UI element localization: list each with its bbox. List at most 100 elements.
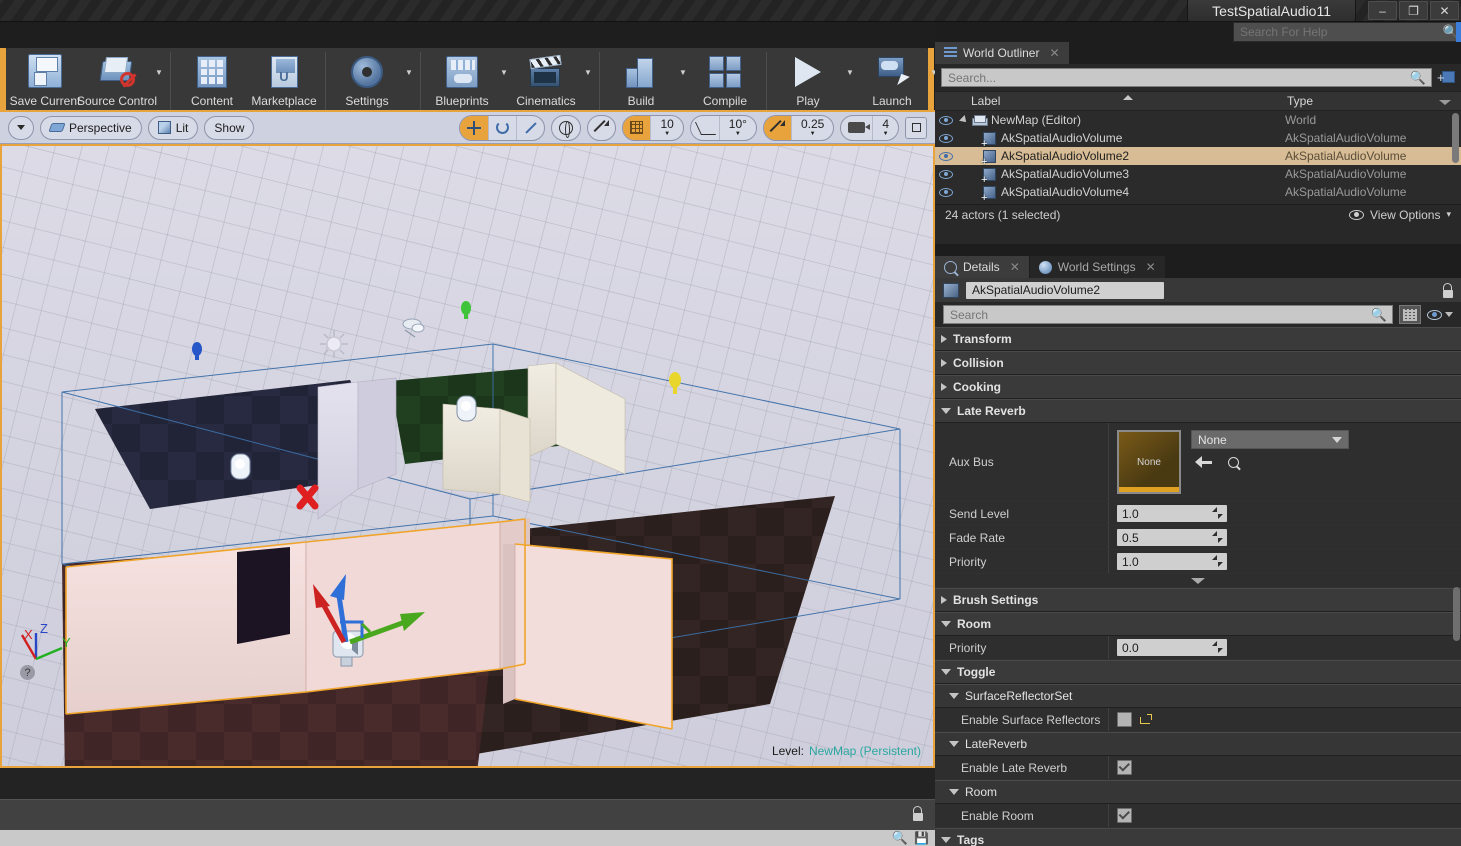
- back-arrow-icon[interactable]: [1195, 456, 1212, 468]
- outliner-row-akspatialaudiovolume2[interactable]: AkSpatialAudioVolume2 AkSpatialAudioVolu…: [935, 147, 1461, 167]
- category-collision[interactable]: Collision: [935, 351, 1461, 375]
- details-search-input[interactable]: [944, 307, 1371, 322]
- settings-button[interactable]: Settings: [331, 48, 403, 114]
- viewport-help-icon[interactable]: ?: [20, 665, 35, 680]
- close-icon[interactable]: ✕: [1146, 260, 1156, 274]
- close-icon[interactable]: ✕: [1049, 46, 1059, 60]
- scale-snap-toggle[interactable]: [763, 115, 792, 140]
- launch-button[interactable]: Launch: [856, 48, 928, 114]
- category-tags[interactable]: Tags: [935, 828, 1461, 846]
- play-dropdown-arrow[interactable]: ▼: [844, 48, 856, 114]
- source-control-button[interactable]: Source Control: [77, 48, 157, 114]
- category-toggle[interactable]: Toggle: [935, 660, 1461, 684]
- rotation-snap-toggle[interactable]: [691, 115, 720, 140]
- grid-view-icon[interactable]: [1399, 305, 1421, 324]
- search-icon[interactable]: 🔍: [892, 830, 908, 846]
- search-icon[interactable]: 🔍: [1410, 70, 1431, 86]
- rotation-snap-value[interactable]: 10° ▼: [720, 116, 756, 140]
- minimize-button[interactable]: –: [1368, 1, 1397, 20]
- grid-snap-value[interactable]: 10 ▼: [651, 116, 682, 140]
- view-options-button[interactable]: View Options ▾: [1348, 208, 1451, 222]
- group-late-reverb-toggle[interactable]: LateReverb: [935, 732, 1461, 756]
- outliner-row-akspatialaudiovolume4[interactable]: AkSpatialAudioVolume4 AkSpatialAudioVolu…: [935, 183, 1461, 203]
- outliner-search-input[interactable]: [942, 70, 1410, 85]
- category-brush-settings[interactable]: Brush Settings: [935, 588, 1461, 612]
- column-header-type[interactable]: Type: [1287, 92, 1461, 110]
- details-visibility-button[interactable]: [1427, 309, 1453, 320]
- content-browser-bar[interactable]: [0, 799, 935, 830]
- spinner-icon[interactable]: [1212, 555, 1223, 567]
- details-search-box[interactable]: 🔍: [943, 305, 1393, 324]
- outliner-search-box[interactable]: 🔍: [941, 68, 1432, 87]
- visibility-toggle[interactable]: [935, 169, 957, 179]
- revert-icon[interactable]: [1140, 713, 1152, 726]
- category-cooking[interactable]: Cooking: [935, 375, 1461, 399]
- close-button[interactable]: ✕: [1430, 1, 1459, 20]
- outliner-row-akspatialaudiovolume3[interactable]: AkSpatialAudioVolume3 AkSpatialAudioVolu…: [935, 165, 1461, 185]
- show-advanced-button[interactable]: [935, 574, 1461, 588]
- tab-details[interactable]: Details ✕: [935, 256, 1030, 278]
- visibility-toggle[interactable]: [935, 133, 957, 143]
- browse-magnifier-icon[interactable]: [1228, 456, 1239, 468]
- add-item-icon[interactable]: +: [1437, 70, 1455, 86]
- content-button[interactable]: Content: [176, 48, 248, 114]
- marketplace-button[interactable]: Marketplace: [248, 48, 320, 114]
- build-dropdown-arrow[interactable]: ▼: [677, 48, 689, 114]
- category-room[interactable]: Room: [935, 612, 1461, 636]
- viewport-options-menu[interactable]: [8, 115, 34, 140]
- compile-button[interactable]: Compile: [689, 48, 761, 114]
- save-small-icon[interactable]: 💾: [914, 831, 929, 845]
- close-icon[interactable]: ✕: [1010, 260, 1020, 274]
- tab-world-settings[interactable]: World Settings ✕: [1029, 256, 1166, 278]
- visibility-toggle[interactable]: [935, 151, 957, 161]
- build-button[interactable]: Build: [605, 48, 677, 114]
- show-flags-button[interactable]: Show: [204, 115, 255, 140]
- world-coordinate-button[interactable]: [552, 116, 580, 140]
- aux-bus-dropdown[interactable]: None: [1191, 430, 1349, 449]
- save-current-button[interactable]: Save Current: [9, 48, 81, 114]
- help-search-bar[interactable]: 🔍: [1233, 22, 1461, 42]
- search-icon[interactable]: 🔍: [1371, 307, 1392, 323]
- room-priority-input[interactable]: 0.0: [1117, 639, 1227, 656]
- tab-world-outliner[interactable]: World Outliner ✕: [935, 42, 1070, 64]
- unlocked-padlock-icon[interactable]: [910, 806, 923, 821]
- spinner-icon[interactable]: [1212, 507, 1223, 519]
- category-late-reverb[interactable]: Late Reverb: [935, 399, 1461, 423]
- column-header-label[interactable]: Label: [935, 92, 1287, 110]
- details-scrollbar[interactable]: [1453, 587, 1460, 641]
- enable-surface-reflectors-checkbox[interactable]: [1117, 712, 1132, 727]
- outliner-row-newmap[interactable]: NewMap (Editor) World: [935, 111, 1461, 129]
- grid-snap-toggle[interactable]: [623, 115, 652, 140]
- spinner-icon[interactable]: [1212, 641, 1223, 653]
- translate-mode-button[interactable]: [460, 115, 490, 140]
- blueprints-dropdown-arrow[interactable]: ▼: [498, 48, 510, 114]
- column-filter-icon[interactable]: [1439, 100, 1451, 105]
- outliner-row-atmosphericfog[interactable]: AtmosphericFog AtmosphericFog: [935, 201, 1461, 204]
- unlocked-padlock-icon[interactable]: [1440, 282, 1453, 298]
- blueprints-button[interactable]: Blueprints: [426, 48, 498, 114]
- project-tab[interactable]: TestSpatialAudio11: [1187, 0, 1356, 22]
- view-mode-lit-button[interactable]: Lit: [147, 115, 199, 140]
- cinematics-button[interactable]: Cinematics: [510, 48, 582, 114]
- fade-rate-input[interactable]: 0.5: [1117, 529, 1227, 546]
- enable-room-checkbox[interactable]: [1117, 807, 1132, 823]
- settings-dropdown-arrow[interactable]: ▼: [403, 48, 415, 114]
- camera-speed-button[interactable]: [841, 115, 874, 140]
- send-level-input[interactable]: 1.0: [1117, 505, 1227, 522]
- visibility-toggle[interactable]: [935, 187, 957, 197]
- aux-bus-thumbnail[interactable]: None: [1117, 430, 1181, 494]
- scale-mode-button[interactable]: [517, 116, 544, 140]
- viewport-3d-scene[interactable]: Z X Y ? Level: NewMap (Persistent): [0, 144, 935, 768]
- enable-late-reverb-checkbox[interactable]: [1117, 759, 1132, 775]
- maximize-button[interactable]: ❐: [1399, 1, 1428, 20]
- late-reverb-priority-input[interactable]: 1.0: [1117, 553, 1227, 570]
- outliner-scrollbar[interactable]: [1452, 113, 1459, 163]
- surface-snap-button[interactable]: [588, 116, 615, 140]
- scale-snap-value[interactable]: 0.25 ▼: [792, 116, 833, 140]
- category-transform[interactable]: Transform: [935, 327, 1461, 351]
- outliner-row-akspatialaudiovolume[interactable]: AkSpatialAudioVolume AkSpatialAudioVolum…: [935, 129, 1461, 149]
- actor-name-field[interactable]: AkSpatialAudioVolume2: [966, 281, 1164, 299]
- visibility-toggle[interactable]: [935, 115, 957, 125]
- group-room-toggle[interactable]: Room: [935, 780, 1461, 804]
- help-search-input[interactable]: [1234, 25, 1442, 39]
